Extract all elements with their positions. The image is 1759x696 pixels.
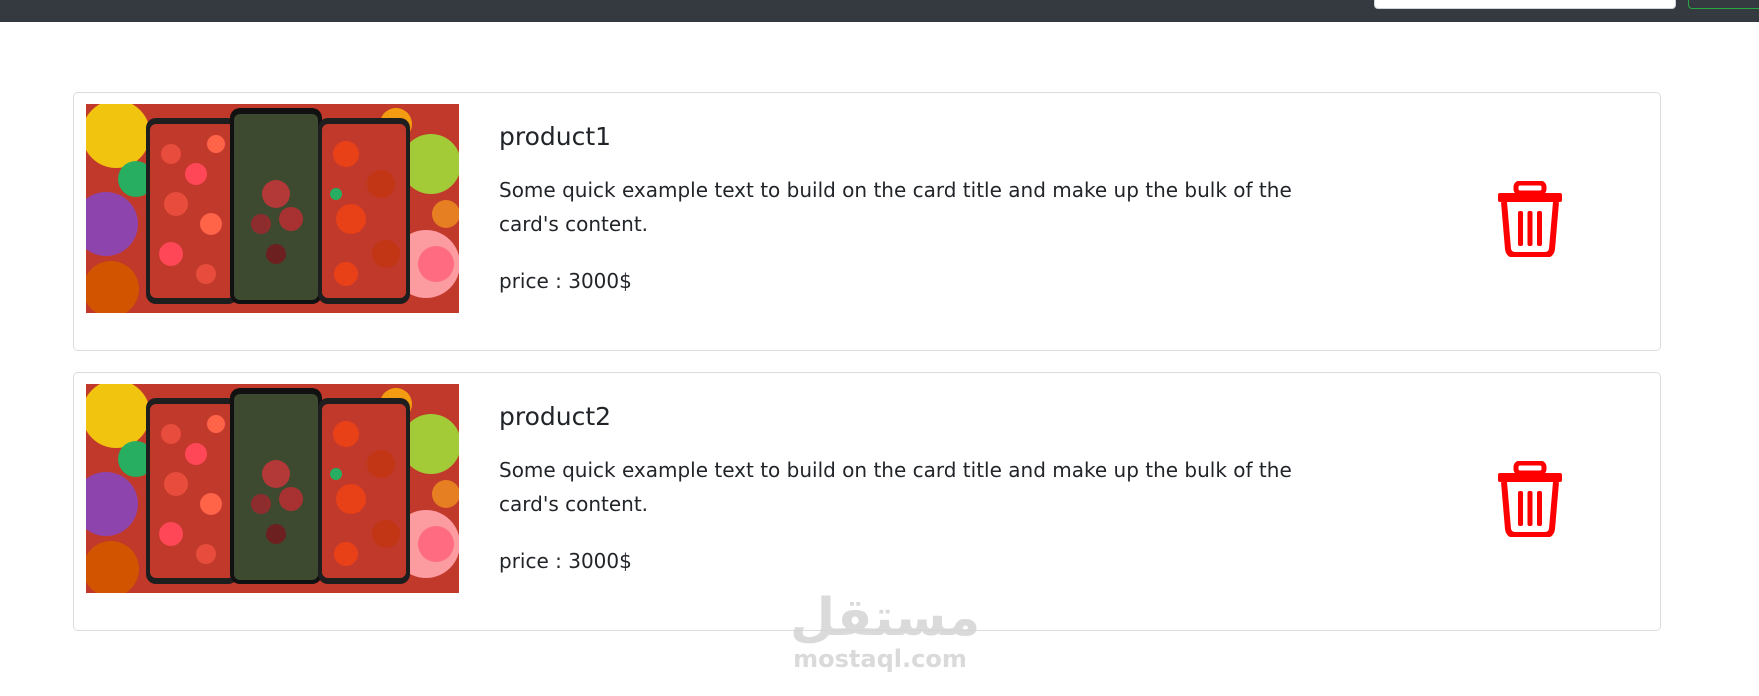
product-image <box>86 104 459 313</box>
trash-icon <box>1498 180 1562 258</box>
watermark-latin: mostaql.com <box>793 645 967 673</box>
product-title: product2 <box>499 402 612 431</box>
product-description: Some quick example text to build on the … <box>499 178 1292 236</box>
delete-button[interactable] <box>1496 180 1564 258</box>
trash-icon <box>1498 460 1562 538</box>
top-navbar <box>0 0 1759 22</box>
product-card: product1 Some quick example text to buil… <box>73 92 1661 351</box>
watermark-arabic: مستقل <box>790 588 981 648</box>
product-price: price : 3000$ <box>499 269 632 293</box>
search-input[interactable] <box>1374 0 1676 9</box>
watermark: مستقل mostaql.com <box>790 588 981 673</box>
delete-button[interactable] <box>1496 460 1564 538</box>
search-button[interactable] <box>1688 0 1759 9</box>
product-title: product1 <box>499 122 612 151</box>
product-description: Some quick example text to build on the … <box>499 458 1292 516</box>
product-image <box>86 384 459 593</box>
product-price: price : 3000$ <box>499 549 632 573</box>
